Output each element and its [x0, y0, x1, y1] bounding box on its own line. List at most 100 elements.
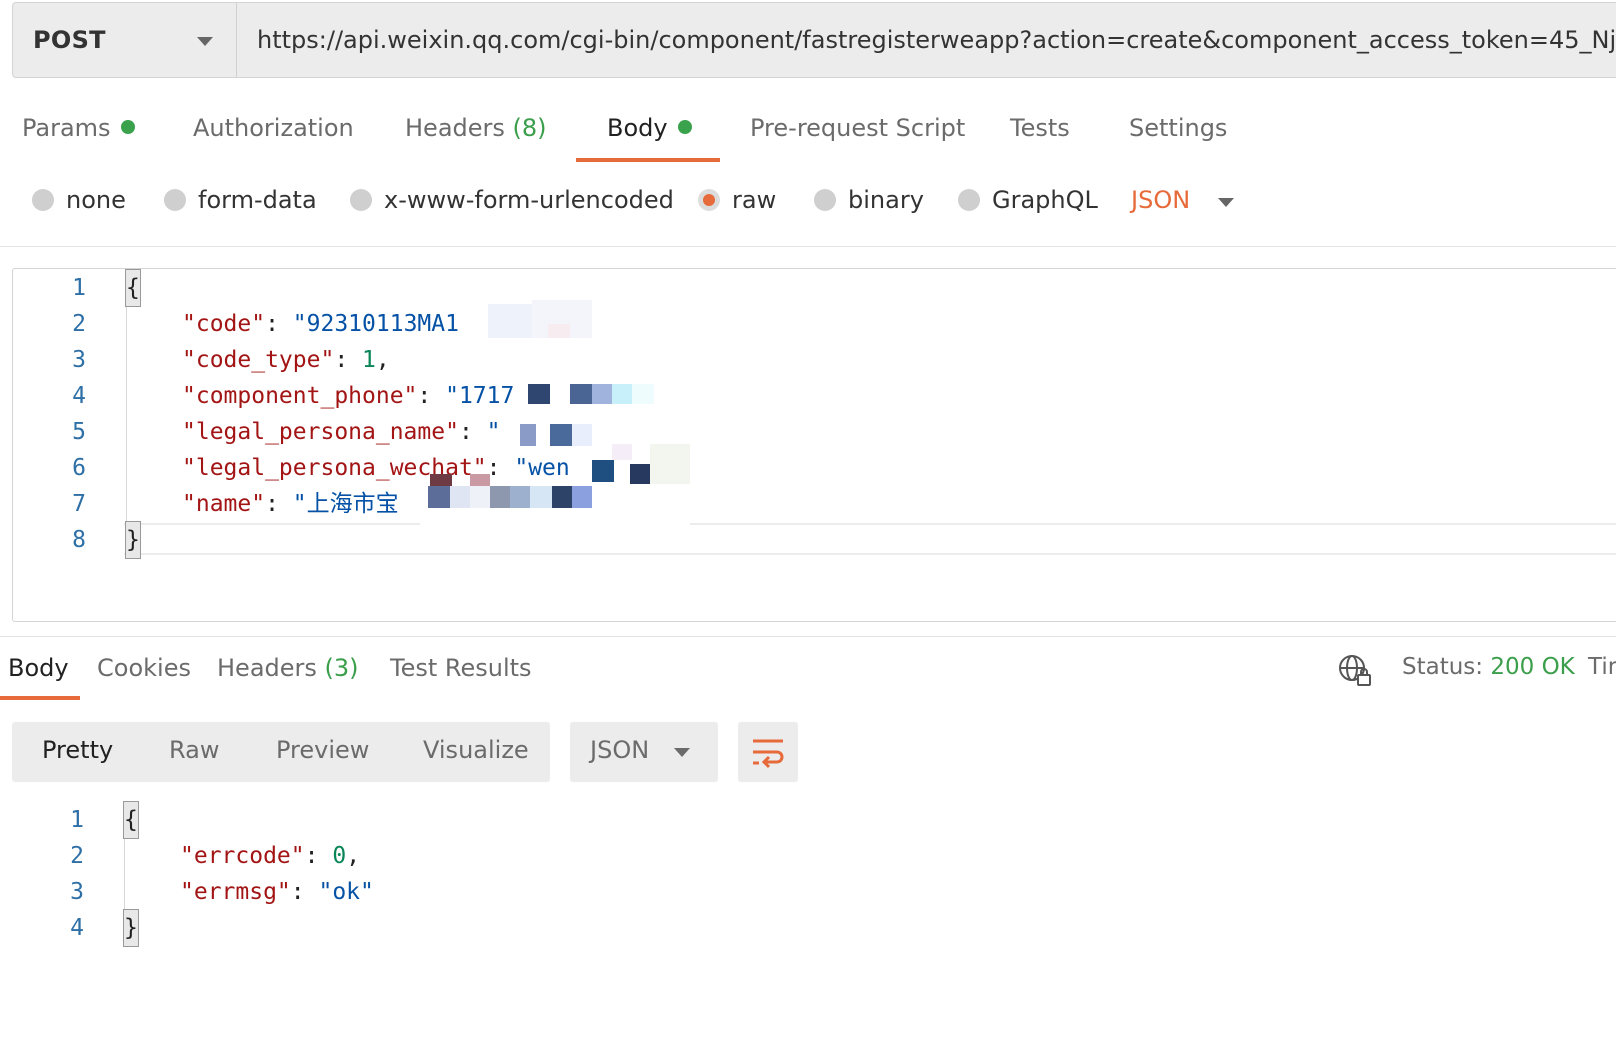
status-label: Status: [1402, 654, 1484, 680]
response-tab-cookies[interactable]: Cookies [97, 654, 191, 682]
divider [0, 246, 1616, 247]
radio-circle [814, 189, 836, 211]
view-pretty-button[interactable]: Pretty [42, 736, 113, 764]
json-string: " [486, 419, 501, 445]
code-line: } [123, 909, 139, 947]
line-number: 1 [72, 275, 86, 301]
code-line: "legal_persona_name": " [182, 419, 501, 445]
radio-form-data[interactable]: form-data [164, 186, 317, 214]
url-input[interactable]: https://api.weixin.qq.com/cgi-bin/compon… [237, 3, 1616, 77]
headers-count: (8) [512, 114, 547, 142]
status-value: 200 OK [1490, 654, 1575, 680]
open-brace: { [123, 801, 139, 839]
chevron-down-icon[interactable] [1218, 198, 1234, 207]
body-format-select[interactable]: JSON [1131, 186, 1190, 214]
radio-form-data-label: form-data [198, 186, 317, 214]
radio-none[interactable]: none [32, 186, 126, 214]
request-tabs: Params Authorization Headers (8) Body Pr… [0, 100, 1616, 162]
json-string: "ok" [318, 879, 374, 905]
divider [0, 636, 1616, 637]
code-line: "component_phone": "1717 [182, 383, 515, 409]
method-label: POST [33, 26, 106, 54]
radio-circle [164, 189, 186, 211]
params-indicator-dot [120, 120, 135, 134]
chevron-down-icon [197, 37, 213, 46]
code-line: "errcode": 0, [180, 843, 361, 869]
line-number: 4 [72, 383, 86, 409]
tab-authorization[interactable]: Authorization [193, 114, 354, 142]
line-number: 5 [72, 419, 86, 445]
radio-urlencoded-label: x-www-form-urlencoded [384, 186, 674, 214]
view-preview-button[interactable]: Preview [276, 736, 369, 764]
code-line: } [125, 521, 141, 559]
indent-guide [126, 300, 127, 530]
json-key: "errmsg" [180, 879, 291, 905]
radio-binary[interactable]: binary [814, 186, 924, 214]
line-number: 6 [72, 455, 86, 481]
indent-guide [124, 836, 125, 916]
chevron-down-icon [674, 748, 690, 757]
radio-urlencoded[interactable]: x-www-form-urlencoded [350, 186, 674, 214]
line-number: 3 [72, 347, 86, 373]
close-brace: } [125, 521, 141, 559]
json-string: "1717 [445, 383, 515, 409]
code-line: "code_type": 1, [182, 347, 390, 373]
radio-graphql-label: GraphQL [992, 186, 1098, 214]
code-line: { [125, 269, 141, 307]
close-brace: } [123, 909, 139, 947]
body-type-options: none form-data x-www-form-urlencoded raw… [0, 176, 1616, 228]
json-key: "name" [182, 491, 266, 517]
response-status: Status: 200 OK [1402, 654, 1575, 680]
active-tab-underline [576, 158, 720, 162]
line-number: 2 [70, 843, 84, 869]
method-select[interactable]: POST [13, 3, 237, 77]
response-tab-test-results[interactable]: Test Results [390, 654, 532, 682]
radio-graphql[interactable]: GraphQL [958, 186, 1098, 214]
json-key: "code_type" [182, 347, 335, 373]
request-url-bar: POST https://api.weixin.qq.com/cgi-bin/c… [12, 2, 1616, 78]
tab-body[interactable]: Body [607, 114, 692, 142]
radio-raw-label: raw [732, 186, 777, 214]
response-format-select[interactable]: JSON [570, 722, 718, 782]
code-line: "code": "92310113MA1 [182, 311, 459, 337]
view-visualize-button[interactable]: Visualize [423, 736, 529, 764]
view-raw-button[interactable]: Raw [169, 736, 219, 764]
response-tab-headers-label: Headers [217, 654, 317, 682]
tab-settings[interactable]: Settings [1129, 114, 1227, 142]
json-number: 0 [332, 843, 347, 869]
json-key: "legal_persona_name" [182, 419, 459, 445]
active-response-tab-underline [0, 696, 80, 700]
radio-circle [350, 189, 372, 211]
response-tab-body[interactable]: Body [8, 654, 69, 682]
code-line: "errmsg": "ok" [180, 879, 374, 905]
wrap-lines-button[interactable] [738, 722, 798, 782]
radio-circle-selected [698, 189, 720, 211]
open-brace: { [125, 269, 141, 307]
wrap-lines-icon [753, 739, 784, 769]
tab-headers-label: Headers [405, 114, 505, 142]
radio-none-label: none [66, 186, 126, 214]
json-string: "上海市宝 [292, 491, 399, 517]
tab-tests[interactable]: Tests [1010, 114, 1070, 142]
json-key: "component_phone" [182, 383, 418, 409]
tab-headers[interactable]: Headers (8) [405, 114, 547, 142]
line-number: 8 [72, 527, 86, 553]
body-indicator-dot [677, 120, 692, 134]
line-number: 2 [72, 311, 86, 337]
tab-prerequest-script[interactable]: Pre-request Script [750, 114, 965, 142]
line-number: 1 [70, 807, 84, 833]
tab-params-label: Params [22, 114, 111, 142]
radio-circle [32, 189, 54, 211]
radio-binary-label: binary [848, 186, 924, 214]
response-tab-headers[interactable]: Headers (3) [217, 654, 359, 682]
code-line: "name": "上海市宝 [182, 491, 399, 517]
globe-lock-icon[interactable] [1338, 653, 1372, 687]
radio-raw[interactable]: raw [698, 186, 776, 214]
json-number: 1 [362, 347, 376, 373]
json-string: "92310113MA1 [292, 311, 459, 337]
json-key: "code" [182, 311, 266, 337]
code-line: { [123, 801, 139, 839]
line-number: 4 [70, 915, 84, 941]
tab-params[interactable]: Params [22, 114, 135, 142]
line-number: 7 [72, 491, 86, 517]
